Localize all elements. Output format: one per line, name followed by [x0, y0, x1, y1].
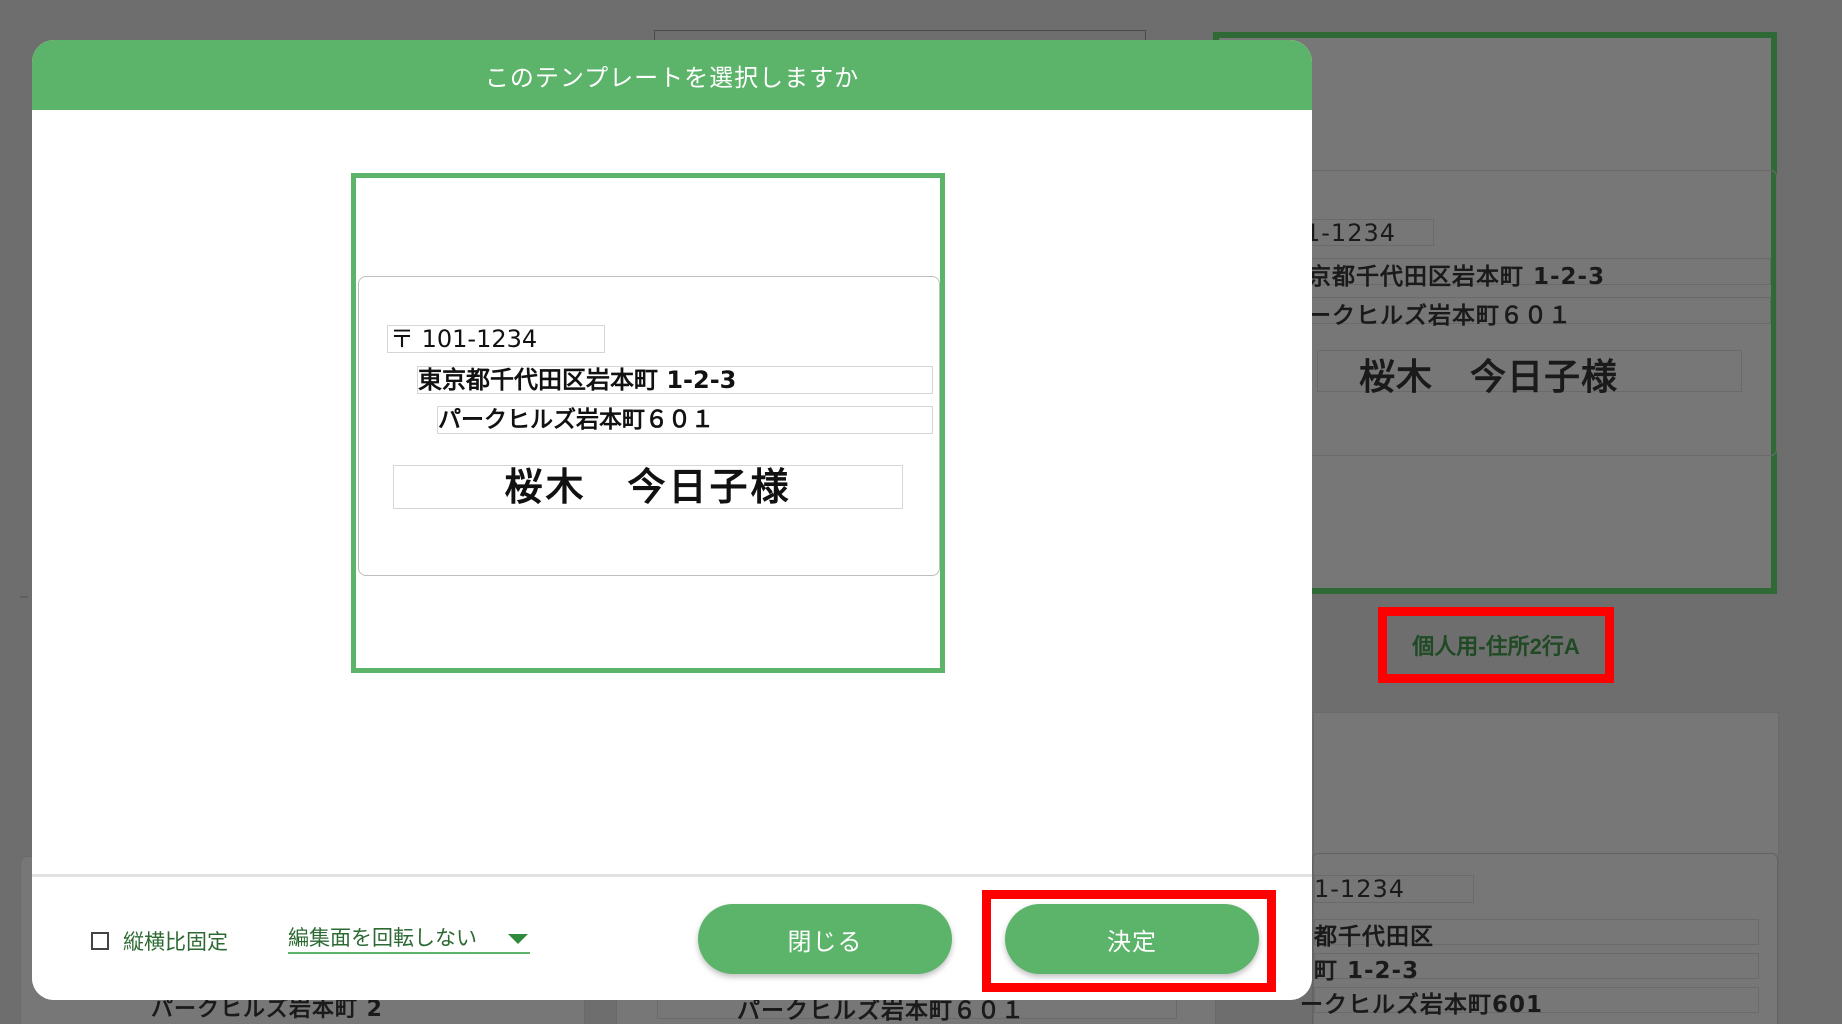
- recipient-name-field: 桜木 今日子様: [393, 465, 903, 509]
- template-preview: 〒 101-1234 東京都千代田区岩本町 1-2-3 パークヒルズ岩本町６０１…: [351, 173, 945, 673]
- close-button[interactable]: 閉じる: [698, 904, 952, 974]
- rotate-select-value: 編集面を回転しない: [288, 926, 477, 950]
- bg-address1-text: 都千代田区: [1314, 924, 1434, 950]
- bg-template-card-bottom-right[interactable]: 1-1234 都千代田区 町 1-2-3 ークヒルズ岩本町601: [1300, 712, 1779, 1024]
- chevron-down-icon: [508, 934, 528, 944]
- checkbox-icon[interactable]: [91, 932, 109, 950]
- bg-address2-text: ークヒルズ岩本町６０１: [1308, 303, 1572, 329]
- bg-postal-text: 1-1234: [1314, 875, 1406, 903]
- dialog-footer: 縦横比固定 編集面を回転しない 閉じる 決定: [32, 874, 1312, 1000]
- address-line2-field: パークヒルズ岩本町６０１: [437, 406, 933, 434]
- rotate-edit-surface-select[interactable]: 編集面を回転しない: [288, 922, 530, 954]
- aspect-ratio-lock-label: 縦横比固定: [123, 930, 228, 954]
- bg-postal-text: 1-1234: [1305, 219, 1397, 247]
- bg-divider: [20, 596, 28, 598]
- address-line1-field: 東京都千代田区岩本町 1-2-3: [417, 366, 933, 394]
- bg-template-card-top-middle: [654, 30, 1146, 40]
- bg-name-text: 桜木 今日子様: [1359, 357, 1619, 398]
- aspect-ratio-lock-checkbox[interactable]: 縦横比固定: [91, 926, 228, 956]
- confirm-button[interactable]: 決定: [1005, 904, 1259, 974]
- template-confirm-dialog: このテンプレートを選択しますか 〒 101-1234 東京都千代田区岩本町 1-…: [32, 40, 1312, 1000]
- dialog-title: このテンプレートを選択しますか: [32, 40, 1312, 110]
- template-name-caption: 個人用-住所2行A: [1378, 607, 1614, 683]
- bg-address1-text: 京都千代田区岩本町 1-2-3: [1308, 264, 1606, 290]
- envelope-preview: 〒 101-1234 東京都千代田区岩本町 1-2-3 パークヒルズ岩本町６０１…: [358, 276, 940, 576]
- bg-address3-text: ークヒルズ岩本町601: [1300, 992, 1544, 1018]
- postal-code-field: 〒 101-1234: [387, 325, 605, 353]
- bg-address2-text: 町 1-2-3: [1314, 958, 1420, 984]
